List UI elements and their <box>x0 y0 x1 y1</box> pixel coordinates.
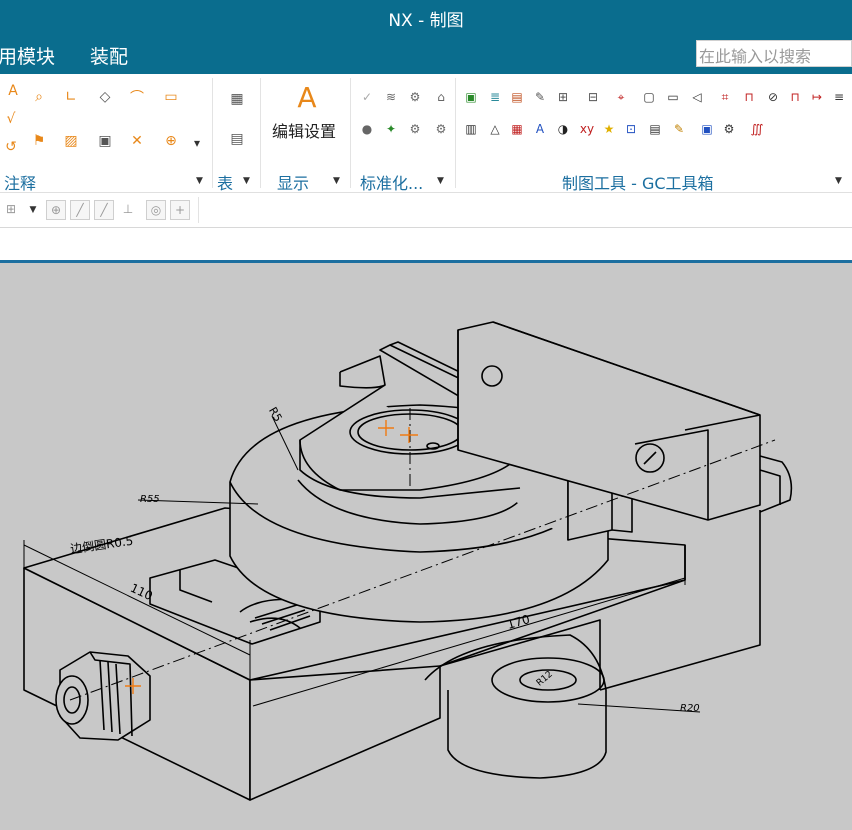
gear-layer-icon[interactable]: ⚙ <box>406 88 424 106</box>
xyz-icon[interactable]: xy <box>578 120 596 138</box>
snap-line-icon[interactable]: ╱ <box>70 200 90 220</box>
gc-tool-2-icon[interactable]: ≣ <box>486 88 504 106</box>
group-label-standardize[interactable]: 标准化... <box>360 170 423 194</box>
chevron-down-icon[interactable]: ▼ <box>196 176 203 186</box>
search-input[interactable]: 在此输入以搜索 <box>696 40 852 67</box>
table-insert-icon[interactable]: ▦ <box>226 88 248 110</box>
gc-tool-15-icon[interactable]: ↦ <box>808 88 826 106</box>
gc-tool-7-icon[interactable]: ⌖ <box>612 88 630 106</box>
bolt-icon[interactable]: ● <box>358 120 376 138</box>
gc-tool-19-icon[interactable]: A <box>531 120 549 138</box>
dimension-label-r55: R55 <box>140 494 160 505</box>
spring-icon[interactable]: ∭ <box>748 120 766 138</box>
chevron-down-icon[interactable]: ▼ <box>24 201 42 219</box>
surface-finish-icon[interactable]: √ <box>0 108 22 130</box>
edit-settings-button[interactable]: 编辑设置 <box>272 118 336 142</box>
layer-settings-icon[interactable]: ⚙ <box>432 120 450 138</box>
gc-tool-18-icon[interactable]: ▦ <box>508 120 526 138</box>
divider <box>212 78 213 188</box>
triangle-icon[interactable]: △ <box>486 120 504 138</box>
divider <box>198 197 199 223</box>
menu-item-assembly[interactable]: 装配 <box>90 42 128 69</box>
gc-tool-1-icon[interactable]: ▣ <box>462 88 480 106</box>
image-icon[interactable]: ▣ <box>94 130 116 152</box>
setting-icon[interactable]: ⚙ <box>406 120 424 138</box>
divider <box>260 78 261 188</box>
gc-tool-20-icon[interactable]: ◑ <box>554 120 572 138</box>
gc-tool-22-icon[interactable]: ▤ <box>646 120 664 138</box>
tool-icon[interactable]: ✦ <box>382 120 400 138</box>
edit-settings-icon[interactable]: A <box>290 80 324 114</box>
snap-angle-icon[interactable]: ╱ <box>94 200 114 220</box>
tag-icon[interactable]: ⌂ <box>432 88 450 106</box>
filter-icon[interactable]: ⊞ <box>2 200 20 218</box>
gc-tool-3-icon[interactable]: ▤ <box>508 88 526 106</box>
window-title: NX - 制图 <box>388 11 464 31</box>
snap-toolbar: ⊞ ▼ ⊕ ╱ ╱ ⊥ ◎ + <box>0 193 852 228</box>
gc-tool-5-icon[interactable]: ⊞ <box>554 88 572 106</box>
chevron-down-icon[interactable]: ▼ <box>835 176 842 186</box>
flag-icon[interactable]: ⚑ <box>28 130 50 152</box>
group-label-gc-toolbox[interactable]: 制图工具 - GC工具箱 <box>562 170 714 194</box>
more-dropdown-icon[interactable]: ▾ <box>188 134 206 152</box>
group-label-table[interactable]: 表 <box>217 170 233 194</box>
parts-list-icon[interactable]: ▤ <box>226 128 248 150</box>
datum-icon[interactable]: ∟ <box>60 86 82 108</box>
gc-tool-24-icon[interactable]: ▣ <box>698 120 716 138</box>
zoom-detail-icon[interactable]: ⌕ <box>28 86 50 108</box>
weld-icon[interactable]: ↺ <box>0 136 22 158</box>
note-icon[interactable]: A <box>2 80 24 102</box>
ribbon: A ⌕ ∟ ◇ ⌒ ▭ √ ↺ ⚑ ▨ ▣ ✕ ⊕ ▾ 注释 ▼ ▦ ▤ 表 ▼… <box>0 74 852 193</box>
menu-item-modules[interactable]: 用模块 <box>0 42 55 69</box>
intersection-icon[interactable]: ⌒ <box>126 86 148 108</box>
gc-tool-8-icon[interactable]: ▢ <box>640 88 658 106</box>
gc-tool-16-icon[interactable]: ≡ <box>830 88 848 106</box>
chevron-down-icon[interactable]: ▼ <box>437 176 444 186</box>
gc-tool-17-icon[interactable]: ▥ <box>462 120 480 138</box>
drawing-canvas[interactable]: R5 R55 边倒圆R0.5 110 170 R20 R12 <box>0 263 852 830</box>
divider <box>455 78 456 188</box>
check-icon[interactable]: ✓ <box>358 88 376 106</box>
gc-tool-11-icon[interactable]: ⌗ <box>716 88 734 106</box>
gc-tool-4-icon[interactable]: ✎ <box>531 88 549 106</box>
snap-perpendicular-icon[interactable]: ⊥ <box>118 200 138 220</box>
fill-icon[interactable]: ◇ <box>94 86 116 108</box>
gc-tool-12-icon[interactable]: ⊓ <box>740 88 758 106</box>
gc-tool-21-icon[interactable]: ⊡ <box>622 120 640 138</box>
snap-point-icon[interactable]: + <box>170 200 190 220</box>
gc-tool-9-icon[interactable]: ▭ <box>664 88 682 106</box>
snap-circle-icon[interactable]: ◎ <box>146 200 166 220</box>
cross-icon[interactable]: ✕ <box>126 130 148 152</box>
chevron-down-icon[interactable]: ▼ <box>243 176 250 186</box>
hatch-icon[interactable]: ▨ <box>60 130 82 152</box>
group-label-display[interactable]: 显示 <box>277 170 309 194</box>
snap-center-icon[interactable]: ⊕ <box>46 200 66 220</box>
group-label-annotation[interactable]: 注释 <box>4 170 36 194</box>
dimension-label-r20: R20 <box>680 703 700 714</box>
star-icon[interactable]: ★ <box>600 120 618 138</box>
divider <box>350 78 351 188</box>
gc-tool-23-icon[interactable]: ✎ <box>670 120 688 138</box>
gc-tool-14-icon[interactable]: ⊓ <box>786 88 804 106</box>
layers-icon[interactable]: ≋ <box>382 88 400 106</box>
gear-icon[interactable]: ⚙ <box>720 120 738 138</box>
chevron-down-icon[interactable]: ▼ <box>333 176 340 186</box>
gc-tool-6-icon[interactable]: ⊟ <box>584 88 602 106</box>
title-bar: NX - 制图 <box>0 0 852 34</box>
id-symbol-icon[interactable]: ▭ <box>160 86 182 108</box>
target-icon[interactable]: ⊕ <box>160 130 182 152</box>
gc-tool-13-icon[interactable]: ⊘ <box>764 88 782 106</box>
gc-tool-10-icon[interactable]: ◁ <box>688 88 706 106</box>
toolbar-spacer <box>0 228 852 260</box>
